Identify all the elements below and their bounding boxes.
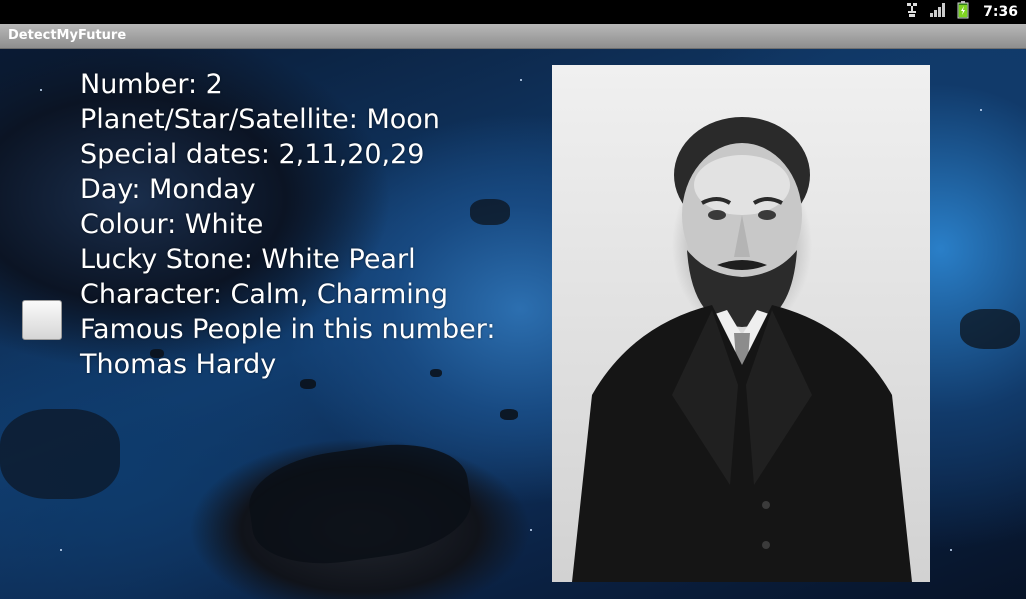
status-bar: 7:36 (0, 0, 1026, 24)
asteroid-decoration (500, 409, 518, 420)
app-title: DetectMyFuture (8, 28, 127, 43)
star-decoration (40, 89, 42, 91)
star-decoration (530, 529, 532, 531)
famous-person-portrait (552, 65, 930, 582)
planet-line: Planet/Star/Satellite: Moon (80, 104, 440, 135)
star-decoration (980, 109, 982, 111)
numerology-info: Number: 2 Planet/Star/Satellite: Moon Sp… (80, 67, 540, 382)
famous-people-label: Famous People in this number: (80, 314, 496, 345)
asteroid-decoration (243, 434, 477, 574)
star-decoration (950, 549, 952, 551)
status-time: 7:36 (983, 4, 1018, 20)
lucky-stone-line: Lucky Stone: White Pearl (80, 244, 416, 275)
app-title-bar: DetectMyFuture (0, 24, 1026, 49)
asteroid-decoration (960, 309, 1020, 349)
famous-person-name: Thomas Hardy (80, 349, 277, 380)
colour-line: Colour: White (80, 209, 264, 240)
signal-icon (929, 2, 947, 22)
asteroid-decoration (0, 409, 120, 499)
selection-checkbox[interactable] (22, 300, 62, 340)
character-line: Character: Calm, Charming (80, 279, 449, 310)
special-dates-line: Special dates: 2,11,20,29 (80, 139, 425, 170)
battery-icon (957, 1, 969, 23)
content-area: Number: 2 Planet/Star/Satellite: Moon Sp… (0, 49, 1026, 599)
star-decoration (60, 549, 62, 551)
status-icons: 7:36 (905, 0, 1018, 24)
portrait-illustration (572, 117, 912, 582)
number-line: Number: 2 (80, 69, 223, 100)
day-line: Day: Monday (80, 174, 256, 205)
usb-debugging-icon (905, 2, 919, 22)
